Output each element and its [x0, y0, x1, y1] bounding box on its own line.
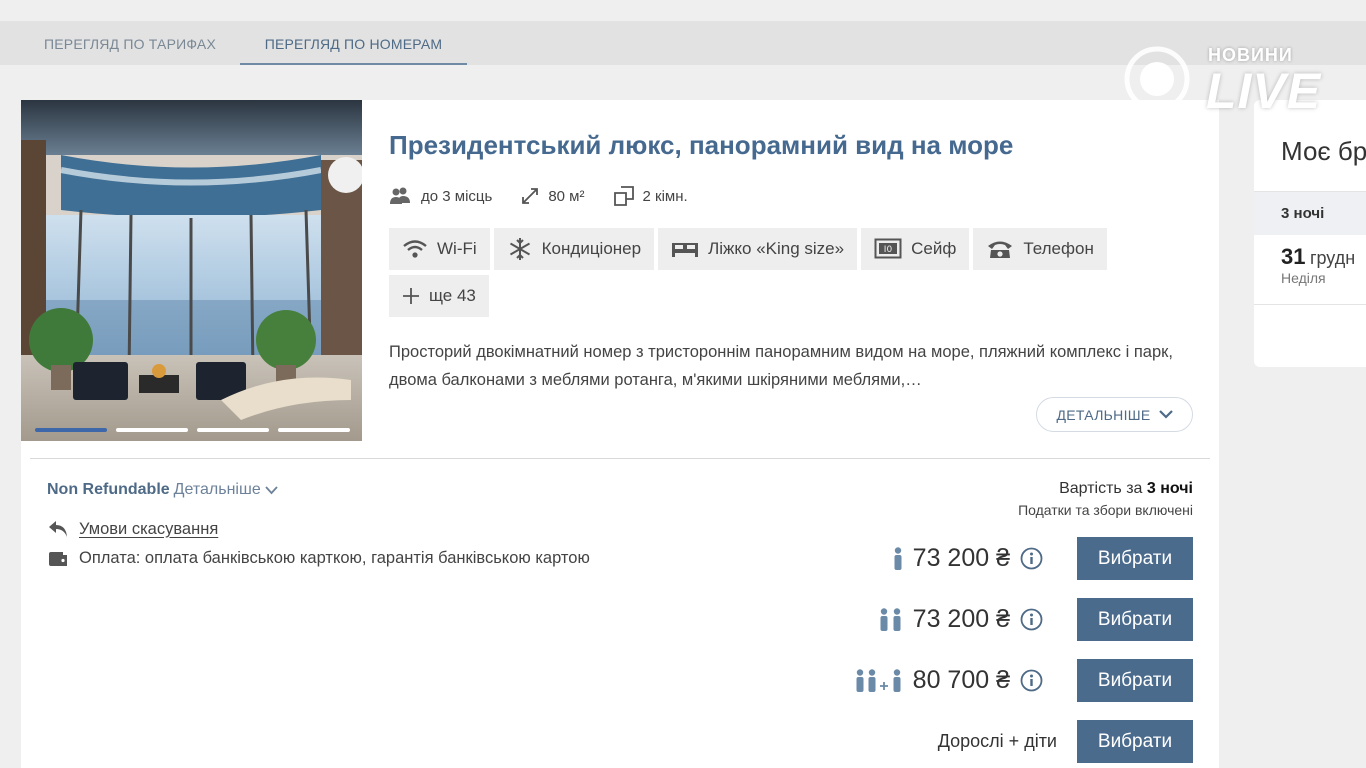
live-logo-icon: [1124, 46, 1190, 112]
rate-title: Non Refundable: [47, 481, 170, 498]
chevron-down-icon[interactable]: [265, 485, 278, 495]
price-header: Вартість за 3 ночі Податки та збори вклю…: [1018, 480, 1193, 518]
price-row: 73 200 ₴ Вибрати: [879, 598, 1193, 641]
rate-details-link[interactable]: Детальніше: [174, 481, 261, 499]
payment-info: Оплата: оплата банківською карткою, гара…: [47, 549, 590, 568]
price-amount: 73 200 ₴: [912, 544, 1010, 572]
one-adult-icon: [893, 546, 903, 571]
wifi-icon: [403, 240, 427, 258]
cancellation-link[interactable]: Умови скасування: [79, 520, 218, 539]
rate-name: Non Refundable Детальніше: [47, 481, 278, 499]
rooms-icon: [613, 186, 634, 206]
rooms: 2 кімн.: [613, 185, 688, 207]
top-strip: [0, 0, 1366, 21]
photo-pagination: [35, 428, 350, 432]
amenity-chip: Кондиціонер: [493, 228, 655, 270]
info-icon[interactable]: [1020, 608, 1043, 631]
select-button[interactable]: Вибрати: [1077, 659, 1193, 702]
guests-icon: [390, 187, 410, 204]
plus-icon: [403, 288, 419, 304]
wallet-icon: [49, 551, 67, 566]
booking-nights: 3 ночі: [1254, 192, 1366, 235]
tab-by-rates[interactable]: ПЕРЕГЛЯД ПО ТАРИФАХ: [20, 21, 240, 65]
amenity-chip: Ліжко «King size»: [658, 228, 858, 270]
area-text: 80 м²: [548, 187, 585, 205]
snowflake-icon: [509, 238, 530, 260]
payment-text: Оплата: оплата банківською карткою, гара…: [79, 549, 590, 567]
resize-arrows-icon: [522, 188, 539, 204]
details-button[interactable]: ДЕТАЛЬНІШЕ: [1036, 397, 1193, 432]
room-photo-image: [21, 100, 362, 441]
more-amenities-button[interactable]: ще 43: [389, 275, 489, 317]
undo-arrow-icon: [49, 521, 67, 537]
booking-summary: Моє бр 3 ночі 31 грудн Неділя: [1254, 100, 1366, 367]
price-amount: 73 200 ₴: [912, 605, 1010, 633]
amenities-list: Wi-Fi Кондиціонер Ліжко «King size» I0 С…: [389, 228, 1179, 317]
adults-children-label: Дорослі + діти: [937, 731, 1057, 751]
chevron-down-icon: [1158, 410, 1173, 419]
room-photo[interactable]: [21, 100, 362, 441]
svg-text:I0: I0: [884, 245, 893, 255]
safe-icon: I0: [874, 238, 902, 259]
room-title[interactable]: Президентський люкс, панорамний вид на м…: [389, 130, 1013, 161]
room-meta: до 3 місць 80 м² 2 кімн.: [389, 185, 688, 207]
phone-icon: [988, 241, 1013, 258]
price-row: 73 200 ₴ Вибрати: [893, 537, 1193, 580]
area: 80 м²: [520, 186, 585, 206]
rooms-text: 2 кімн.: [642, 187, 688, 205]
photo-dot[interactable]: [116, 428, 188, 432]
tab-by-rooms[interactable]: ПЕРЕГЛЯД ПО НОМЕРАМ: [240, 21, 467, 65]
capacity: до 3 місць: [389, 187, 492, 205]
booking-date: 31 грудн Неділя: [1254, 235, 1366, 305]
select-button[interactable]: Вибрати: [1077, 598, 1193, 641]
price-row: Дорослі + діти Вибрати: [938, 720, 1193, 763]
capacity-text: до 3 місць: [421, 187, 493, 205]
amenity-chip: Wi-Fi: [389, 228, 490, 270]
divider: [30, 458, 1210, 459]
novyny-live-watermark: НОВИНИ LIVE: [1122, 40, 1332, 120]
select-button[interactable]: Вибрати: [1077, 537, 1193, 580]
room-card: Президентський люкс, панорамний вид на м…: [21, 100, 1219, 768]
bed-icon: [672, 243, 699, 257]
room-description: Просторий двокімнатний номер з тристорон…: [389, 343, 1173, 389]
photo-dot[interactable]: [197, 428, 269, 432]
price-row: 80 700 ₴ Вибрати: [855, 659, 1193, 702]
info-icon[interactable]: [1020, 669, 1043, 692]
amenity-chip: Телефон: [973, 228, 1107, 270]
photo-dot[interactable]: [35, 428, 107, 432]
amenity-chip: I0 Сейф: [861, 228, 970, 270]
info-icon[interactable]: [1020, 547, 1043, 570]
two-adults-icon: [879, 607, 903, 632]
price-amount: 80 700 ₴: [912, 666, 1010, 694]
two-adults-plus-one-icon: [855, 668, 903, 693]
select-button[interactable]: Вибрати: [1077, 720, 1193, 763]
cancellation-conditions[interactable]: Умови скасування: [47, 519, 218, 539]
photo-dot[interactable]: [278, 428, 350, 432]
